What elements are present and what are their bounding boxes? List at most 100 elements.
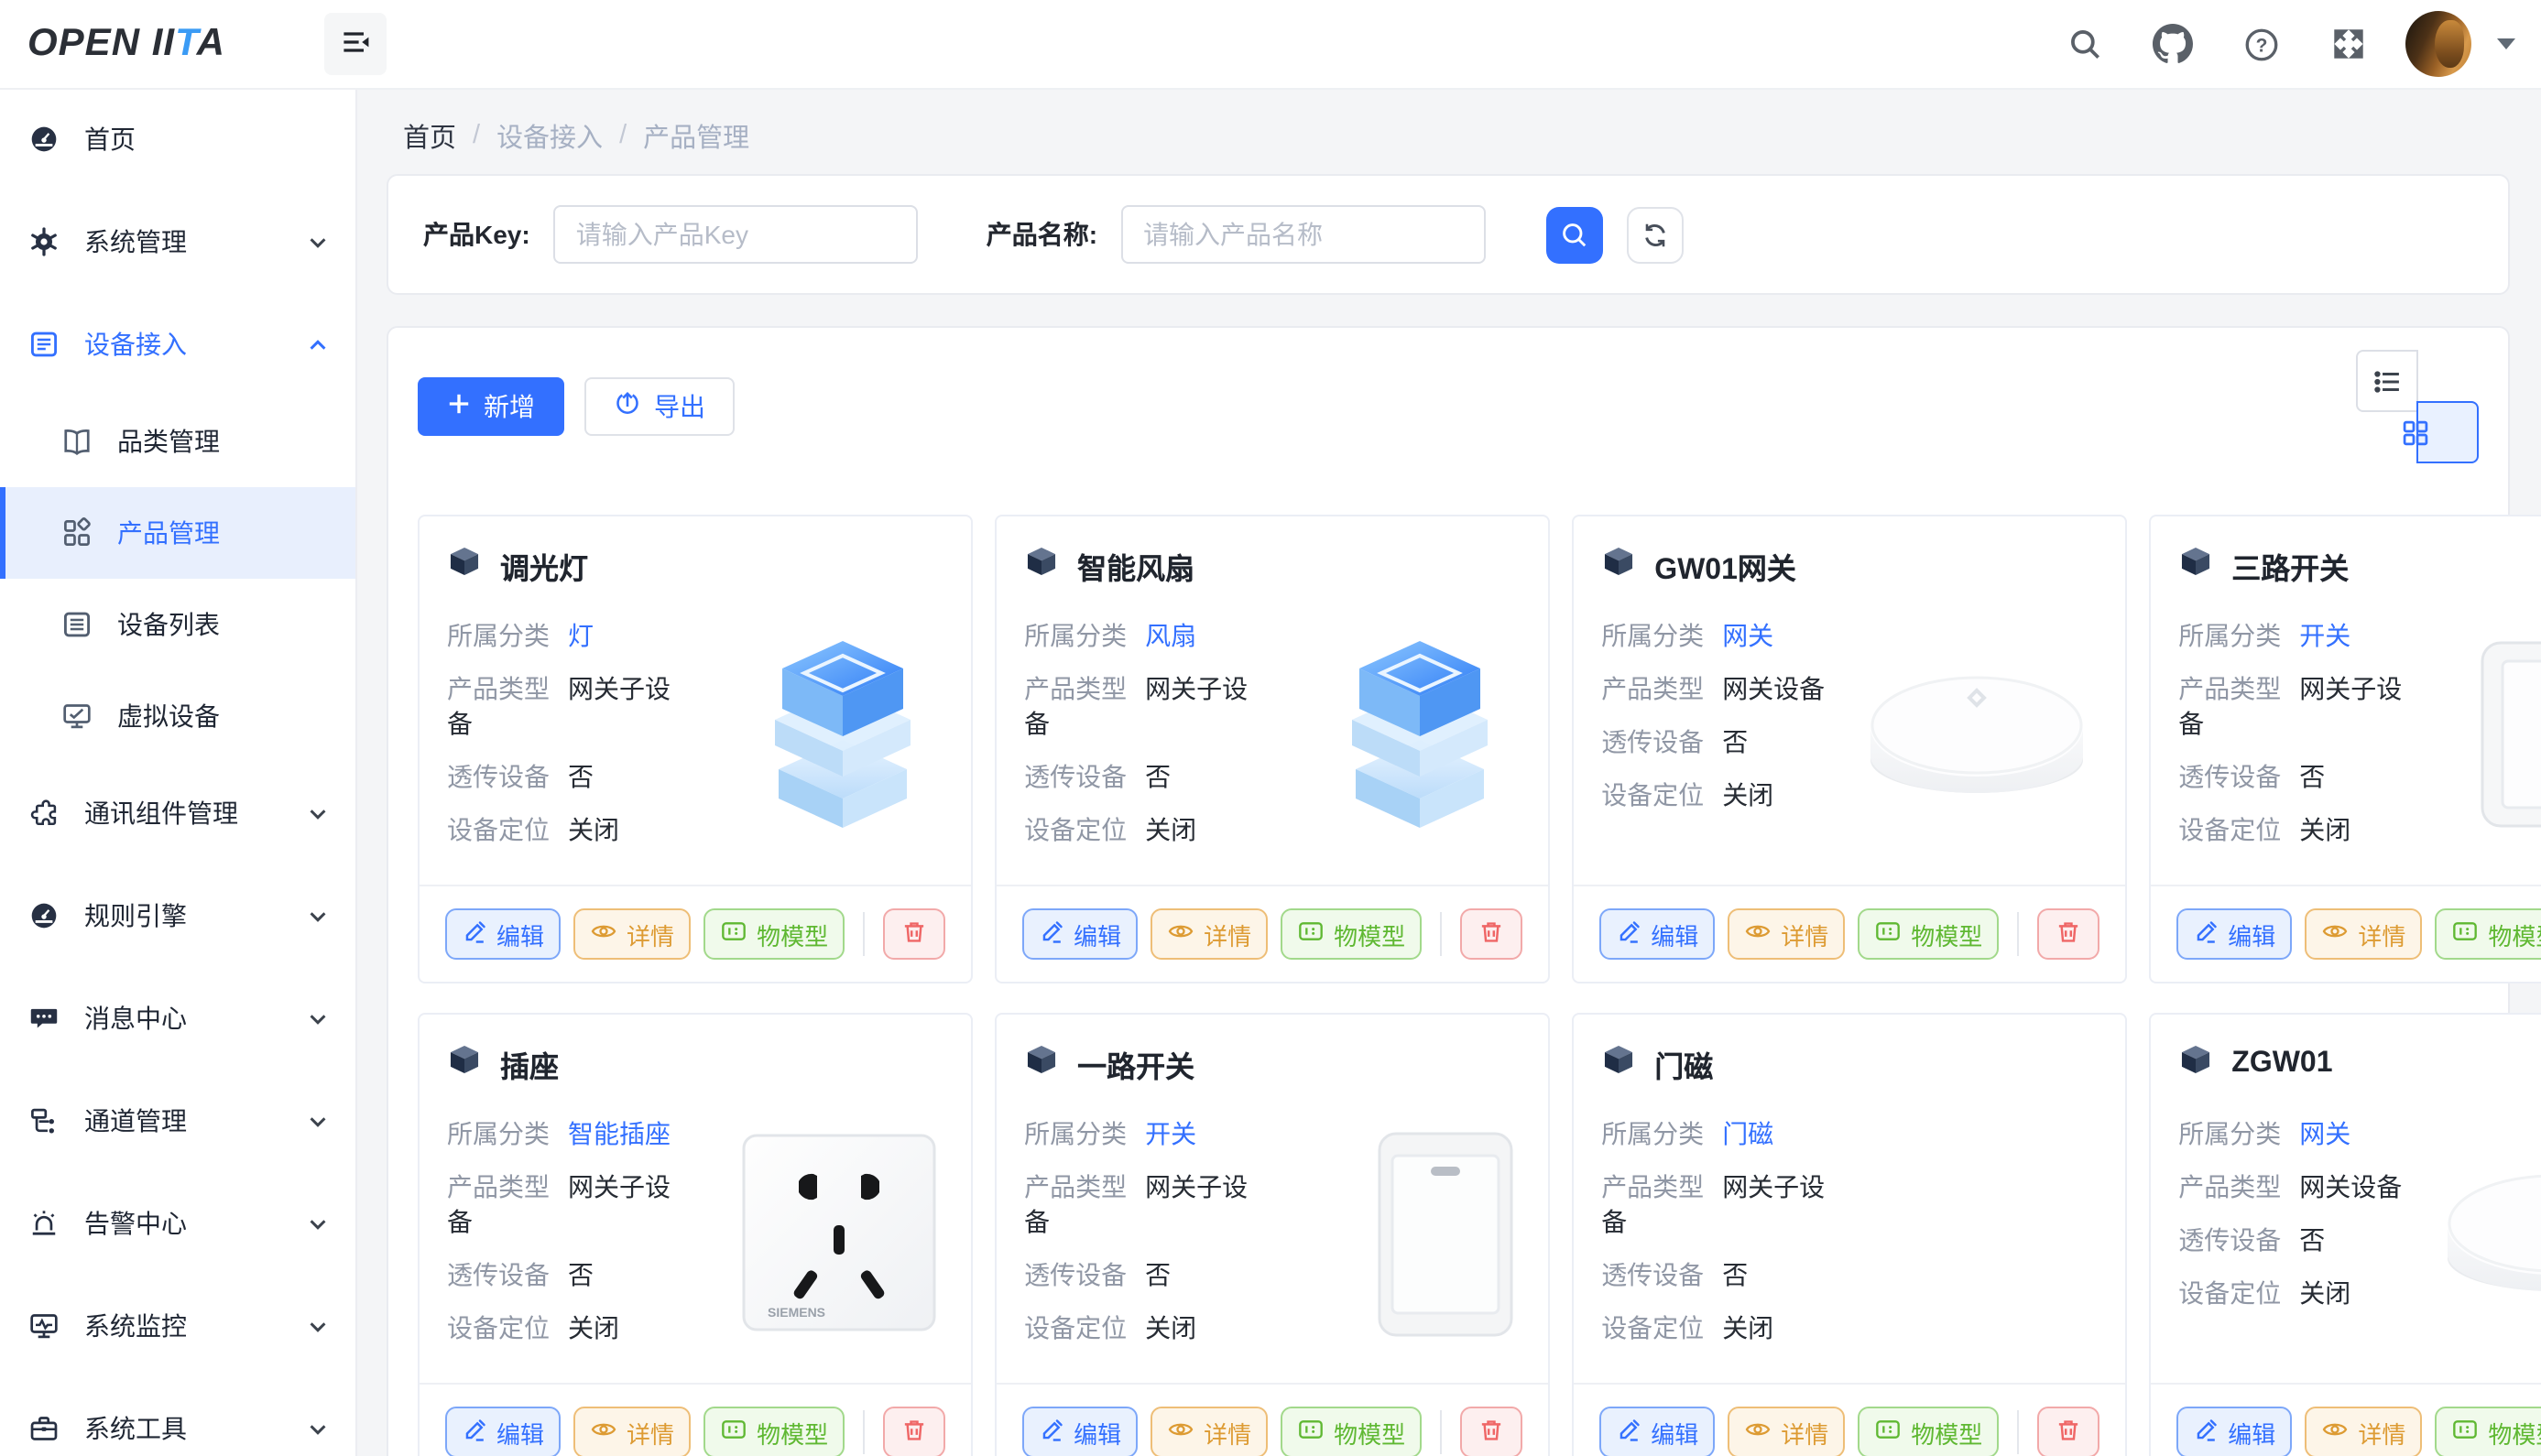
sidebar-item-gear[interactable]: 系统管理: [0, 190, 355, 293]
product-category-link[interactable]: 灯: [568, 621, 594, 650]
sidebar-item-label: 告警中心: [84, 1205, 187, 1242]
edit-button[interactable]: 编辑: [445, 1407, 561, 1456]
detail-button[interactable]: 详情: [1728, 1407, 1845, 1456]
edit-button[interactable]: 编辑: [1022, 908, 1138, 960]
plus-icon: [447, 392, 471, 421]
edit-button[interactable]: 编辑: [1599, 908, 1715, 960]
product-key-input[interactable]: [554, 205, 919, 264]
refresh-button[interactable]: [1627, 206, 1684, 263]
detail-button[interactable]: 详情: [573, 908, 691, 960]
detail-button[interactable]: 详情: [1728, 908, 1845, 960]
sidebar-item-puzzle[interactable]: 通讯组件管理: [0, 762, 355, 864]
channel-icon: [27, 1104, 60, 1137]
product-card-actions: 编辑 详情 物模型: [997, 1383, 1548, 1456]
caret-down-icon[interactable]: [2497, 38, 2515, 49]
delete-button[interactable]: [883, 908, 945, 960]
collapse-sidebar-button[interactable]: [324, 13, 387, 75]
sidebar-item-device[interactable]: 设备接入: [0, 293, 355, 396]
export-button[interactable]: 导出: [584, 377, 735, 436]
product-name: 插座: [500, 1042, 559, 1086]
transparent-label: 透传设备: [447, 762, 550, 791]
breadcrumb-item-home[interactable]: 首页: [403, 116, 456, 155]
thing-model-button[interactable]: 物模型: [2435, 908, 2541, 960]
product-category-link[interactable]: 网关: [1722, 621, 1773, 650]
grid-view-button[interactable]: [2416, 401, 2479, 463]
divider: [1440, 1410, 1442, 1454]
transparent-label: 透传设备: [1024, 1260, 1127, 1289]
sidebar-item-grid[interactable]: 产品管理: [0, 487, 355, 579]
sidebar-item-alarm[interactable]: 告警中心: [0, 1172, 355, 1275]
product-type-value: 网关设备: [2299, 1172, 2402, 1201]
edit-button[interactable]: 编辑: [1022, 1407, 1138, 1456]
product-category-link[interactable]: 智能插座: [568, 1119, 671, 1148]
user-avatar[interactable]: [2405, 11, 2471, 77]
product-type-label: 产品类型: [2178, 674, 2281, 703]
thing-model-button[interactable]: 物模型: [1858, 1407, 1999, 1456]
cube-icon: [1601, 1042, 1636, 1086]
sidebar-item-label: 消息中心: [84, 1000, 187, 1037]
detail-button[interactable]: 详情: [1151, 908, 1268, 960]
message-icon: [27, 1002, 60, 1035]
product-category-link[interactable]: 门磁: [1722, 1119, 1773, 1148]
thing-model-button[interactable]: 物模型: [2435, 1407, 2541, 1456]
thing-model-button[interactable]: 物模型: [1281, 908, 1422, 960]
edit-button[interactable]: 编辑: [1599, 1407, 1715, 1456]
detail-button[interactable]: 详情: [1151, 1407, 1268, 1456]
product-card: GW01网关 所属分类网关 产品类型网关设备 透传设备否 设备定位关闭 编辑 详…: [1572, 515, 2127, 983]
delete-button[interactable]: [883, 1407, 945, 1456]
product-name: 门磁: [1654, 1042, 1713, 1086]
sidebar-item-toolbox[interactable]: 系统工具: [0, 1377, 355, 1456]
product-card-body: 三路开关 所属分类开关 产品类型网关子设备 透传设备否 设备定位关闭: [2151, 516, 2541, 853]
delete-button[interactable]: [1460, 908, 1522, 960]
product-card-actions: 编辑 详情 物模型: [420, 1383, 971, 1456]
edit-button[interactable]: 编辑: [2176, 1407, 2292, 1456]
cube-icon: [1024, 544, 1059, 588]
delete-button[interactable]: [2037, 1407, 2099, 1456]
product-category-link[interactable]: 开关: [2299, 621, 2350, 650]
product-category-link[interactable]: 风扇: [1145, 621, 1196, 650]
product-name-input[interactable]: [1121, 205, 1486, 264]
eye-icon: [590, 1416, 617, 1449]
product-category-link[interactable]: 网关: [2299, 1119, 2350, 1148]
thing-model-icon: [1297, 918, 1325, 951]
category-label: 所属分类: [1024, 1119, 1127, 1148]
search-button[interactable]: [1546, 206, 1603, 263]
sidebar-item-channel[interactable]: 通道管理: [0, 1070, 355, 1172]
transparent-label: 透传设备: [2178, 1225, 2281, 1255]
edit-button[interactable]: 编辑: [445, 908, 561, 960]
cube-icon: [1601, 544, 1636, 588]
trash-icon: [1478, 918, 1504, 950]
edit-button[interactable]: 编辑: [2176, 908, 2292, 960]
sidebar-item-gauge[interactable]: 规则引擎: [0, 864, 355, 967]
virtual-icon: [60, 700, 93, 733]
detail-button[interactable]: 详情: [2305, 908, 2422, 960]
detail-button[interactable]: 详情: [573, 1407, 691, 1456]
sidebar-item-dashboard[interactable]: 首页: [0, 88, 355, 190]
help-icon[interactable]: ?: [2230, 13, 2292, 75]
search-icon[interactable]: [2054, 13, 2116, 75]
thing-model-button[interactable]: 物模型: [1281, 1407, 1422, 1456]
product-type-label: 产品类型: [447, 674, 550, 703]
add-button[interactable]: 新增: [418, 377, 564, 436]
sidebar-item-book[interactable]: 品类管理: [0, 396, 355, 487]
fullscreen-icon[interactable]: [2317, 13, 2380, 75]
detail-button[interactable]: 详情: [2305, 1407, 2422, 1456]
sidebar-item-list[interactable]: 设备列表: [0, 579, 355, 670]
sidebar-item-virtual[interactable]: 虚拟设备: [0, 670, 355, 762]
product-category-link[interactable]: 开关: [1145, 1119, 1196, 1148]
product-grid: 调光灯 所属分类灯 产品类型网关子设备 透传设备否 设备定位关闭: [418, 515, 2479, 1456]
locate-value: 关闭: [2299, 1278, 2350, 1308]
list-view-button[interactable]: [2356, 350, 2418, 412]
delete-button[interactable]: [1460, 1407, 1522, 1456]
sidebar-item-message[interactable]: 消息中心: [0, 967, 355, 1070]
transparent-value: 否: [1722, 1260, 1748, 1289]
transparent-value: 否: [2299, 1225, 2325, 1255]
delete-button[interactable]: [2037, 908, 2099, 960]
thing-model-button[interactable]: 物模型: [703, 908, 845, 960]
sidebar-item-monitor[interactable]: 系统监控: [0, 1275, 355, 1377]
locate-value: 关闭: [2299, 815, 2350, 844]
thing-model-button[interactable]: 物模型: [703, 1407, 845, 1456]
github-icon[interactable]: [2142, 13, 2204, 75]
thing-model-icon: [1874, 1416, 1902, 1449]
thing-model-button[interactable]: 物模型: [1858, 908, 1999, 960]
